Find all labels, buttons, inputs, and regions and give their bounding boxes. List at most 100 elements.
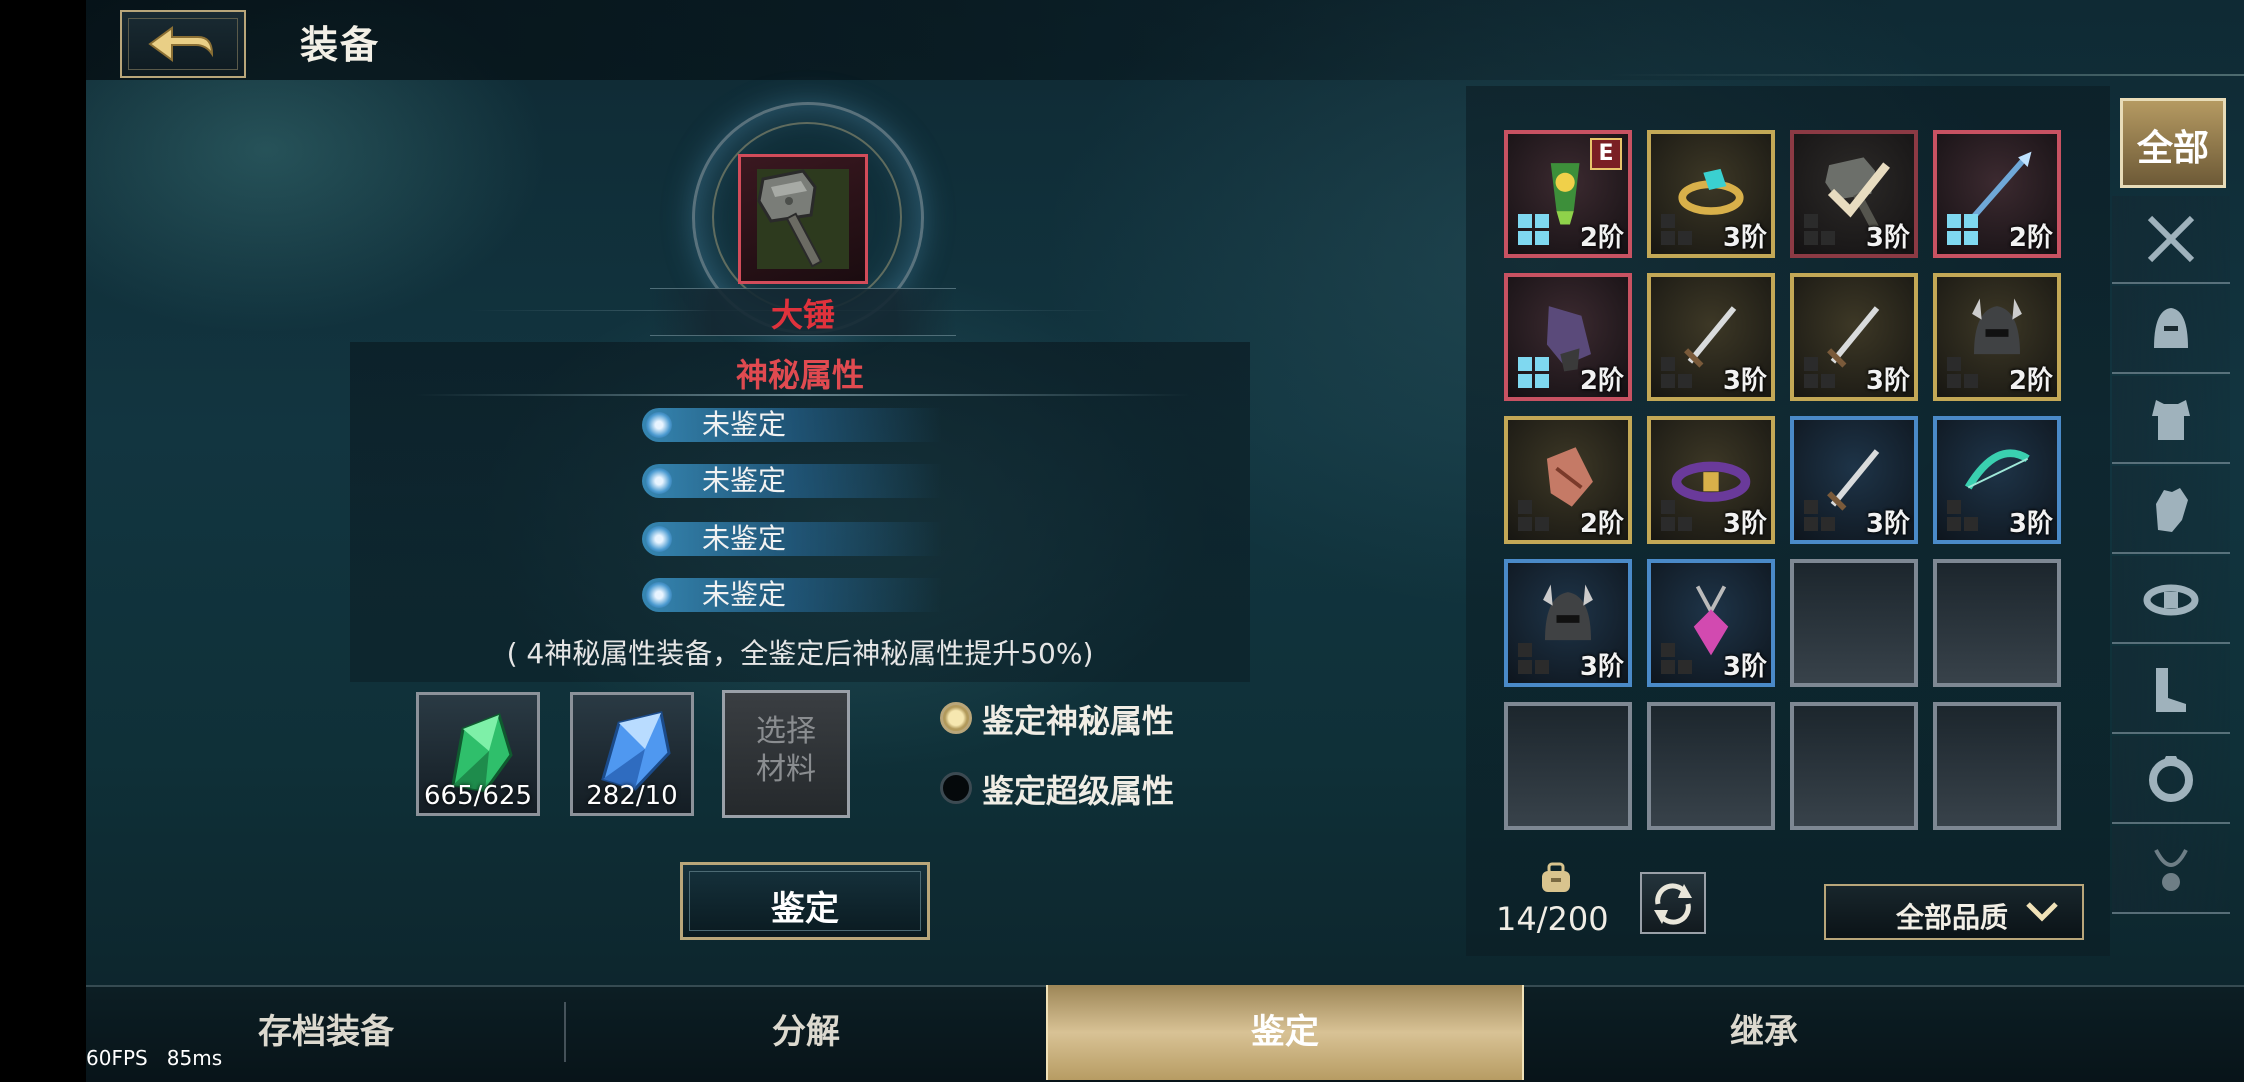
item-tier: 3阶 — [1579, 652, 1624, 682]
quality-filter-label: 全部品质 — [1896, 901, 2009, 934]
item-tier: 3阶 — [1865, 223, 1910, 253]
bag-icon — [1542, 862, 1570, 892]
amulet-icon — [2154, 849, 2188, 891]
inventory-item-slot[interactable]: 3阶 — [1647, 416, 1775, 544]
identify-super-label[interactable]: 鉴定超级属性 — [982, 766, 1174, 812]
crossed-swords-icon — [2147, 215, 2195, 263]
quality-filter-dropdown[interactable]: 全部品质 — [1824, 884, 2084, 940]
empty-inventory-slot[interactable] — [1790, 559, 1918, 687]
fps-value: 60FPS — [86, 1046, 148, 1070]
item-tier: 2阶 — [2008, 223, 2053, 253]
glove-icon — [2156, 488, 2188, 532]
gem-socket-icon — [1804, 214, 1836, 246]
gem-socket-icon — [1947, 500, 1979, 532]
equipped-badge: E — [1590, 138, 1622, 170]
item-tier: 3阶 — [1865, 366, 1910, 396]
attribute-value: 未鉴定 — [702, 408, 787, 441]
gem-socket-icon — [1661, 214, 1693, 246]
identify-super-radio[interactable] — [940, 772, 972, 804]
category-tab[interactable] — [2112, 196, 2230, 284]
identify-button[interactable]: 鉴定 — [680, 862, 930, 940]
belt-icon — [2143, 584, 2199, 616]
weapon-name: 大锤 — [770, 296, 835, 334]
boots-icon — [2156, 668, 2186, 712]
attribute-row: 未鉴定 — [642, 464, 942, 498]
item-tier: 3阶 — [1722, 223, 1767, 253]
gem-socket-icon — [1661, 643, 1693, 675]
item-tier: 2阶 — [2008, 366, 2053, 396]
gear-icon — [646, 412, 672, 438]
inventory-item-slot[interactable]: 2阶 — [1504, 273, 1632, 401]
attribute-row: 未鉴定 — [642, 522, 942, 556]
select-material-label-2: 材料 — [756, 752, 816, 787]
category-tab[interactable] — [2112, 826, 2230, 914]
gear-icon — [646, 582, 672, 608]
tab-identify[interactable]: 鉴定 — [1046, 985, 1524, 1080]
inventory-item-slot[interactable]: 3阶 — [1647, 130, 1775, 258]
gear-icon — [646, 526, 672, 552]
helmet-icon — [2154, 308, 2188, 348]
gem-socket-icon — [1804, 357, 1836, 389]
identify-mystic-label[interactable]: 鉴定神秘属性 — [982, 696, 1174, 742]
gem-socket-icon — [1518, 643, 1550, 675]
inventory-item-slot[interactable]: 2阶 — [1504, 416, 1632, 544]
gear-icon — [646, 468, 672, 494]
empty-inventory-slot[interactable] — [1933, 559, 2061, 687]
identify-mystic-radio[interactable] — [940, 702, 972, 734]
attribute-title-underline — [415, 394, 1190, 396]
category-tab[interactable] — [2112, 286, 2230, 374]
inventory-item-slot[interactable]: 3阶 — [1790, 416, 1918, 544]
back-arrow-icon — [148, 26, 214, 62]
category-tab[interactable] — [2112, 376, 2230, 464]
attribute-row: 未鉴定 — [642, 578, 942, 612]
bag-capacity: 14/200 — [1496, 900, 1609, 938]
category-tab[interactable] — [2112, 466, 2230, 554]
gem-socket-icon — [1661, 357, 1693, 389]
hammer-icon — [757, 169, 849, 269]
attribute-value: 未鉴定 — [702, 522, 787, 555]
inventory-item-slot[interactable]: 2阶 — [1933, 273, 2061, 401]
item-tier: 3阶 — [1722, 652, 1767, 682]
item-tier: 3阶 — [1722, 509, 1767, 539]
tab-inherit[interactable]: 继承 — [1524, 985, 2004, 1080]
item-tier: 2阶 — [1579, 509, 1624, 539]
attribute-row: 未鉴定 — [642, 408, 942, 442]
material-slot-blue[interactable]: 282/10 — [570, 692, 694, 816]
empty-inventory-slot[interactable] — [1504, 702, 1632, 830]
top-bar — [86, 0, 2244, 80]
gem-socket-icon — [1947, 357, 1979, 389]
inventory-item-slot[interactable]: 2阶 — [1933, 130, 2061, 258]
category-tab[interactable] — [2112, 736, 2230, 824]
inventory-item-slot[interactable]: 3阶 — [1504, 559, 1632, 687]
material-count: 665/625 — [423, 781, 532, 811]
gem-socket-icon — [1661, 500, 1693, 532]
tab-disassemble[interactable]: 分解 — [566, 985, 1046, 1080]
empty-inventory-slot[interactable] — [1647, 702, 1775, 830]
category-tab[interactable] — [2112, 646, 2230, 734]
empty-inventory-slot[interactable] — [1933, 702, 2061, 830]
sort-button[interactable] — [1640, 872, 1706, 934]
chevron-down-icon — [2026, 902, 2058, 922]
category-all-tab[interactable]: 全部 — [2120, 98, 2226, 188]
item-tier: 3阶 — [1865, 509, 1910, 539]
item-tier: 2阶 — [1579, 366, 1624, 396]
category-tab[interactable] — [2112, 556, 2230, 644]
gem-socket-icon — [1518, 214, 1550, 246]
inventory-item-slot[interactable]: 3阶 — [1647, 273, 1775, 401]
material-slot-green[interactable]: 665/625 — [416, 692, 540, 816]
inventory-item-slot[interactable]: E 2阶 — [1504, 130, 1632, 258]
back-button[interactable] — [120, 10, 246, 78]
selected-weapon-slot[interactable] — [738, 154, 868, 284]
inventory-item-slot[interactable]: 3阶 — [1933, 416, 2061, 544]
inventory-item-slot[interactable]: 3阶 — [1647, 559, 1775, 687]
select-material-button[interactable]: 选择 材料 — [722, 690, 850, 818]
refresh-icon — [1654, 883, 1692, 925]
gem-socket-icon — [1947, 214, 1979, 246]
empty-inventory-slot[interactable] — [1790, 702, 1918, 830]
gem-socket-icon — [1518, 500, 1550, 532]
inventory-item-slot[interactable]: 3阶 — [1790, 273, 1918, 401]
inventory-item-slot[interactable]: 3阶 — [1790, 130, 1918, 258]
attribute-value: 未鉴定 — [702, 464, 787, 497]
item-tier: 2阶 — [1579, 223, 1624, 253]
ring-icon — [2149, 756, 2193, 802]
